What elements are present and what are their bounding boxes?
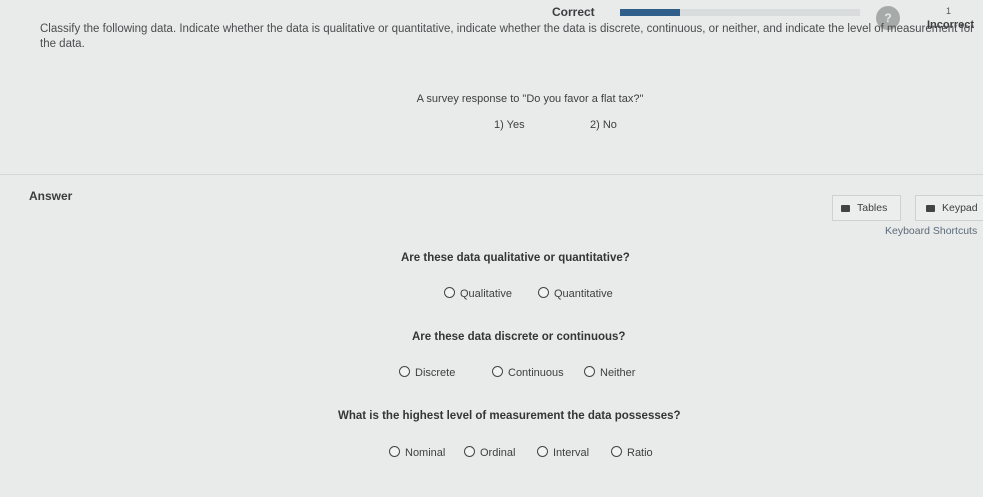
question-1-heading: Are these data qualitative or quantitati… (401, 252, 630, 264)
keypad-button[interactable]: Keypad (915, 195, 983, 221)
radio-circle-icon[interactable] (537, 446, 548, 457)
correct-label: Correct (552, 5, 595, 19)
incorrect-count: 1 (946, 6, 952, 16)
answer-label: Answer (29, 189, 73, 203)
radio-circle-icon[interactable] (538, 287, 549, 298)
radio-circle-icon[interactable] (611, 446, 622, 457)
radio-circle-icon[interactable] (389, 446, 400, 457)
radio-ratio[interactable]: Ratio (611, 446, 653, 459)
radio-continuous[interactable]: Continuous (492, 366, 564, 379)
radio-qualitative[interactable]: Qualitative (444, 287, 512, 300)
radio-circle-icon[interactable] (399, 366, 410, 377)
radio-circle-icon[interactable] (584, 366, 595, 377)
question-2-heading: Are these data discrete or continuous? (412, 331, 626, 343)
progress-bar-fill (620, 9, 680, 16)
radio-circle-icon[interactable] (444, 287, 455, 298)
radio-circle-icon[interactable] (464, 446, 475, 457)
choice-yes: 1) Yes (494, 119, 525, 131)
question-prompt: A survey response to "Do you favor a fla… (416, 93, 644, 105)
radio-circle-icon[interactable] (492, 366, 503, 377)
radio-nominal[interactable]: Nominal (389, 446, 445, 459)
tables-button[interactable]: Tables (832, 195, 901, 221)
problem-instructions: Classify the following data. Indicate wh… (40, 23, 974, 50)
choice-no: 2) No (590, 119, 617, 131)
section-divider (0, 174, 983, 175)
keypad-button-label: Keypad (942, 202, 978, 214)
radio-discrete[interactable]: Discrete (399, 366, 455, 379)
tables-button-label: Tables (857, 202, 888, 214)
question-3-heading: What is the highest level of measurement… (338, 410, 681, 422)
radio-interval[interactable]: Interval (537, 446, 589, 459)
radio-ordinal[interactable]: Ordinal (464, 446, 515, 459)
radio-neither[interactable]: Neither (584, 366, 635, 379)
keyboard-icon (926, 204, 935, 212)
table-icon (841, 204, 850, 212)
radio-quantitative[interactable]: Quantitative (538, 287, 613, 300)
keyboard-shortcuts-link[interactable]: Keyboard Shortcuts (885, 225, 977, 237)
progress-bar (620, 9, 860, 16)
